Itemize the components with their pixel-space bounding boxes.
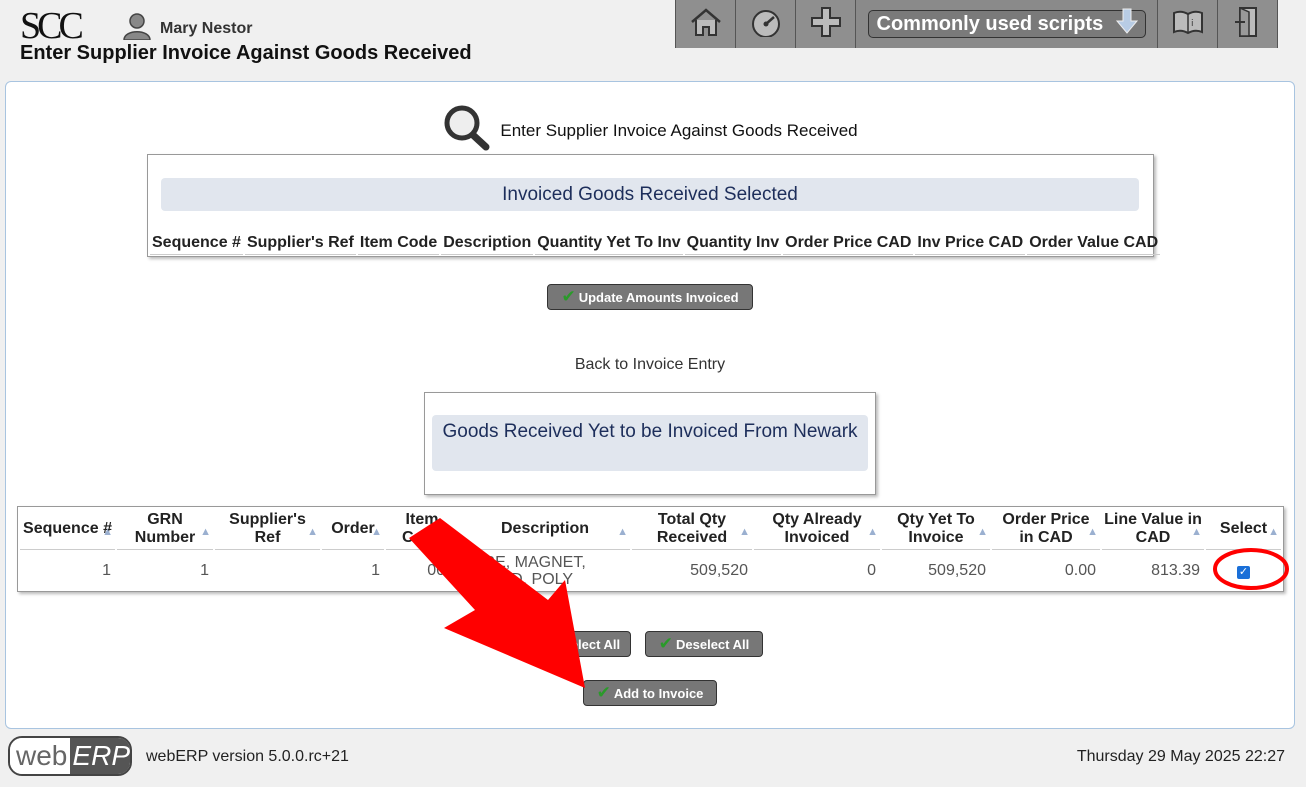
page-title: Enter Supplier Invoice Against Goods Rec… [20, 42, 472, 64]
sort-arrow-icon: ▲ [1191, 526, 1202, 538]
weberp-logo: web ERP [8, 736, 132, 776]
column-header: Order Value CAD [1027, 232, 1161, 255]
sort-header-description[interactable]: Description ▲ [460, 509, 630, 550]
sort-header-select[interactable]: Select ▲ [1206, 509, 1281, 550]
sort-arrow-icon: ▲ [1087, 526, 1098, 538]
deselect-all-label: Deselect All [676, 636, 750, 652]
cell-select: ✓ [1206, 552, 1281, 590]
manual-icon: i [1171, 8, 1205, 41]
update-amounts-button[interactable]: ✔ Update Amounts Invoiced [547, 284, 753, 310]
column-header: Inv Price CAD [915, 232, 1026, 255]
sort-arrow-icon: ▲ [617, 526, 628, 538]
cell-description: WIRE, MAGNET, ROUND, POLY [464, 554, 586, 588]
pending-goods-caption: Goods Received Yet to be Invoiced From N… [432, 415, 868, 471]
home-icon [689, 7, 723, 42]
plus-icon [809, 5, 843, 44]
user-menu[interactable]: Mary Nestor [122, 12, 252, 45]
search-icon [442, 104, 494, 157]
cell-supplier-ref [215, 552, 320, 590]
sort-header-total-qty[interactable]: Total Qty Received ▲ [632, 509, 752, 550]
column-header: Supplier's Ref [244, 232, 356, 255]
main-toolbar: Commonly used scripts i [675, 0, 1278, 48]
sort-arrow-icon: ▲ [739, 526, 750, 538]
scripts-label: Commonly used scripts [876, 12, 1104, 35]
cell-line-value: 813.39 [1151, 562, 1200, 579]
manual-button[interactable]: i [1158, 0, 1218, 48]
cell-grn: 1 [200, 562, 209, 579]
company-logo[interactable]: SCC [20, 6, 84, 46]
cell-qty-invoiced: 0 [867, 562, 876, 579]
user-icon [122, 12, 152, 45]
sort-header-qty-yet[interactable]: Qty Yet To Invoice ▲ [882, 509, 990, 550]
cell-order: 1 [371, 562, 380, 579]
logo-erp: ERP [70, 738, 130, 774]
logout-icon [1233, 6, 1263, 43]
sort-header-order-price[interactable]: Order Price in CAD ▲ [992, 509, 1100, 550]
sort-header-grn[interactable]: GRN Number ▲ [117, 509, 213, 550]
sort-arrow-icon: ▲ [371, 526, 382, 538]
logout-button[interactable] [1218, 0, 1278, 48]
column-header: Quantity Yet To Inv [535, 232, 683, 255]
deselect-all-button[interactable]: ✔ Deselect All [645, 631, 763, 657]
new-button[interactable] [796, 0, 856, 48]
column-header: Quantity Inv [684, 232, 782, 255]
sort-header-qty-invoiced[interactable]: Qty Already Invoiced ▲ [754, 509, 880, 550]
cell-sequence: 1 [102, 562, 111, 579]
sort-arrow-icon: ▲ [307, 526, 318, 538]
sort-header-order[interactable]: Order ▲ [322, 509, 384, 550]
column-header: Order Price CAD [783, 232, 914, 255]
sort-arrow-icon: ▲ [200, 526, 211, 538]
pending-goods-box: Goods Received Yet to be Invoiced From N… [424, 392, 876, 495]
home-button[interactable] [676, 0, 736, 48]
sort-arrow-icon: ▲ [1268, 526, 1279, 538]
dashboard-icon [749, 7, 783, 42]
sort-header-line-value[interactable]: Line Value in CAD ▲ [1102, 509, 1204, 550]
update-amounts-label: Update Amounts Invoiced [578, 289, 739, 305]
section-header: Enter Supplier Invoice Against Goods Rec… [6, 104, 1294, 157]
column-header: Description [441, 232, 534, 255]
logo-web: web [10, 738, 71, 774]
datetime-text: Thursday 29 May 2025 22:27 [1076, 748, 1285, 765]
arrow-down-icon [1115, 8, 1139, 40]
section-title: Enter Supplier Invoice Against Goods Rec… [500, 120, 858, 140]
sort-arrow-icon: ▲ [102, 526, 113, 538]
commonly-used-scripts-dropdown[interactable]: Commonly used scripts [856, 0, 1158, 48]
checkmark-icon: ✔ [658, 634, 673, 653]
sort-header-supplier-ref[interactable]: Supplier's Ref ▲ [215, 509, 320, 550]
checkmark-icon: ✔ [561, 287, 576, 306]
checkmark-icon: ✔ [596, 683, 611, 702]
main-panel: Enter Supplier Invoice Against Goods Rec… [5, 81, 1295, 729]
invoiced-goods-header-row: Sequence # Supplier's Ref Item Code Desc… [150, 232, 1162, 255]
cell-order-price: 0.00 [1064, 562, 1096, 579]
column-header: Item Code [357, 232, 440, 255]
table-row: 1 1 1 000 WIRE, MAGNET, ROUND, POLY 509,… [20, 552, 1281, 590]
add-to-invoice-button[interactable]: ✔ Add to Invoice [583, 680, 717, 706]
cell-total-qty: 509,520 [690, 562, 748, 579]
back-to-invoice-link[interactable]: Back to Invoice Entry [6, 356, 1294, 374]
table-header-row: Sequence # ▲ GRN Number ▲ Supplier's Ref ▲ … [20, 509, 1281, 550]
select-all-button[interactable]: ✔ Select All [534, 631, 631, 657]
goods-received-table: Sequence # ▲ GRN Number ▲ Supplier's Ref ▲ … [17, 506, 1284, 592]
user-name[interactable]: Mary Nestor [160, 20, 252, 38]
checkmark-icon: ✔ [544, 634, 560, 653]
select-all-label: Select All [562, 636, 621, 652]
svg-text:i: i [1191, 19, 1194, 29]
invoiced-goods-caption: Invoiced Goods Received Selected [161, 178, 1139, 211]
select-checkbox[interactable]: ✓ [1237, 566, 1250, 579]
dashboard-button[interactable] [736, 0, 796, 48]
add-to-invoice-label: Add to Invoice [613, 685, 704, 701]
cell-item-code: 000 [427, 562, 454, 579]
column-header: Sequence # [150, 232, 243, 255]
invoiced-goods-table: Invoiced Goods Received Selected Sequenc… [147, 154, 1161, 257]
sort-header-sequence[interactable]: Sequence # ▲ [20, 509, 115, 550]
sort-arrow-icon: ▲ [867, 526, 878, 538]
sort-arrow-icon: ▲ [445, 526, 456, 538]
version-text: webERP version 5.0.0.rc+21 [146, 748, 349, 765]
sort-header-item-code[interactable]: Item Code ▲ [386, 509, 458, 550]
cell-qty-yet: 509,520 [928, 562, 986, 579]
sort-arrow-icon: ▲ [977, 526, 988, 538]
